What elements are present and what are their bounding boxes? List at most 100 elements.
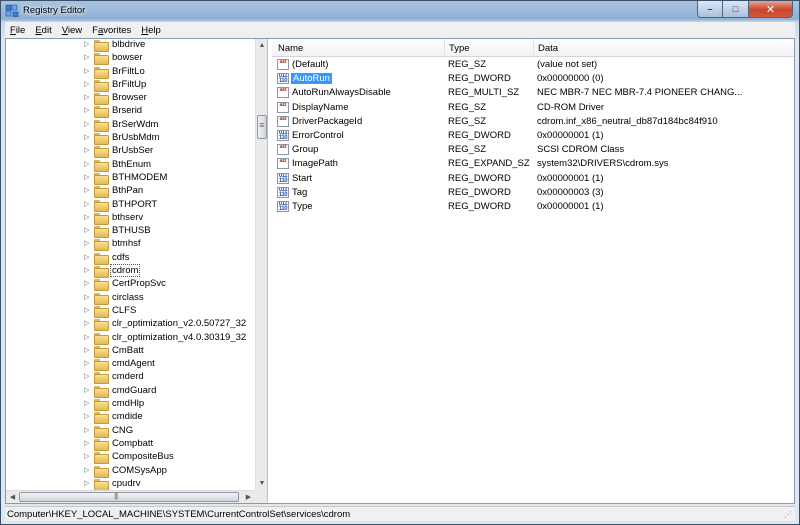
tree-item-cpudrv[interactable]: ▷ cpudrv [6, 477, 255, 491]
column-divider[interactable] [444, 39, 445, 57]
resize-grip-icon[interactable]: ⋰ [784, 510, 794, 520]
menu-favorites[interactable]: Favorites [87, 25, 136, 36]
tree-item-brserwdm[interactable]: ▷ BrSerWdm [6, 118, 255, 132]
expand-arrow-icon[interactable]: ▷ [84, 40, 89, 48]
expand-arrow-icon[interactable]: ▷ [84, 333, 89, 341]
tree-item-clr-optimization-v4-0-30319-32[interactable]: ▷ clr_optimization_v4.0.30319_32 [6, 331, 255, 345]
tree-item-brusbmdm[interactable]: ▷ BrUsbMdm [6, 131, 255, 146]
tree-item-clr-optimization-v2-0-50727-32[interactable]: ▷ clr_optimization_v2.0.50727_32 [6, 317, 255, 332]
value-row[interactable]: ab DriverPackageId REG_SZ cdrom.inf_x86_neu… [272, 115, 794, 129]
value-row[interactable]: ab DisplayName REG_SZ CD-ROM Driver [272, 101, 794, 115]
tree-item-brfiltlo[interactable]: ▷ BrFiltLo [6, 65, 255, 79]
tree-item-browser[interactable]: ▷ Browser [6, 91, 255, 106]
expand-arrow-icon[interactable]: ▷ [84, 200, 89, 208]
menu-file[interactable]: File [5, 25, 30, 36]
scroll-down-icon[interactable]: ▼ [256, 477, 267, 490]
expand-arrow-icon[interactable]: ▷ [84, 293, 89, 301]
expand-arrow-icon[interactable]: ▷ [84, 253, 89, 261]
expand-arrow-icon[interactable]: ▷ [84, 67, 89, 75]
expand-arrow-icon[interactable]: ▷ [84, 146, 89, 154]
tree-vertical-scroll-thumb[interactable] [257, 115, 267, 139]
tree-item-bthserv[interactable]: ▷ bthserv [6, 211, 255, 225]
value-row[interactable]: 011 110 Tag REG_DWORD 0x00000003 (3) [272, 186, 794, 200]
close-button[interactable]: ✕ [749, 1, 793, 18]
expand-arrow-icon[interactable]: ▷ [84, 386, 89, 394]
expand-arrow-icon[interactable]: ▷ [84, 173, 89, 181]
tree-item-brserid[interactable]: ▷ Brserid [6, 104, 255, 119]
tree-item-cdfs[interactable]: ▷ cdfs [6, 251, 255, 265]
expand-arrow-icon[interactable]: ▷ [84, 426, 89, 434]
scroll-left-icon[interactable]: ◀ [6, 491, 19, 503]
value-row[interactable]: 011 110 ErrorControl REG_DWORD 0x00000001 (1… [272, 129, 794, 143]
menu-help[interactable]: Help [136, 25, 166, 36]
tree-vertical-scrollbar[interactable]: ▲ ▼ [255, 39, 267, 490]
tree-horizontal-scroll-thumb[interactable] [19, 491, 239, 502]
expand-arrow-icon[interactable]: ▷ [84, 359, 89, 367]
tree-item-certpropsvc[interactable]: ▷ CertPropSvc [6, 277, 255, 292]
expand-arrow-icon[interactable]: ▷ [84, 412, 89, 420]
tree-item-cmdide[interactable]: ▷ cmdide [6, 410, 255, 425]
expand-arrow-icon[interactable]: ▷ [84, 80, 89, 88]
value-row[interactable]: ab ImagePath REG_EXPAND_SZ system32\DRIVERS… [272, 157, 794, 171]
tree-item-cmdagent[interactable]: ▷ cmdAgent [6, 357, 255, 372]
menu-view[interactable]: View [57, 25, 87, 36]
expand-arrow-icon[interactable]: ▷ [84, 306, 89, 314]
column-divider[interactable] [533, 39, 534, 57]
tree-item-bthmodem[interactable]: ▷ BTHMODEM [6, 171, 255, 185]
expand-arrow-icon[interactable]: ▷ [84, 266, 89, 274]
value-row[interactable]: ab AutoRunAlwaysDisable REG_MULTI_SZ NEC MB… [272, 86, 794, 100]
value-row[interactable]: 011 110 AutoRun REG_DWORD 0x00000000 (0) [272, 72, 794, 86]
tree-item-circlass[interactable]: ▷ circlass [6, 291, 255, 305]
tree-item-blbdrive[interactable]: ▷ blbdrive [6, 39, 255, 52]
expand-arrow-icon[interactable]: ▷ [84, 160, 89, 168]
tree-item-compositebus[interactable]: ▷ CompositeBus [6, 450, 255, 465]
values-list[interactable]: Name Type Data ab (Default) REG_SZ (value n… [272, 39, 794, 503]
tree-item-bowser[interactable]: ▷ bowser [6, 51, 255, 66]
expand-arrow-icon[interactable]: ▷ [84, 93, 89, 101]
expand-arrow-icon[interactable]: ▷ [84, 372, 89, 380]
expand-arrow-icon[interactable]: ▷ [84, 213, 89, 221]
tree-item-bthpan[interactable]: ▷ BthPan [6, 184, 255, 199]
tree-item-cmdguard[interactable]: ▷ cmdGuard [6, 384, 255, 398]
maximize-button[interactable]: □ [723, 1, 749, 18]
value-row[interactable]: ab (Default) REG_SZ (value not set) [272, 58, 794, 72]
tree-item-cmdhlp[interactable]: ▷ cmdHlp [6, 397, 255, 412]
tree-item-bthport[interactable]: ▷ BTHPORT [6, 198, 255, 212]
expand-arrow-icon[interactable]: ▷ [84, 346, 89, 354]
tree-item-cdrom[interactable]: ▷ cdrom [6, 264, 255, 279]
tree-item-clfs[interactable]: ▷ CLFS [6, 304, 255, 318]
column-header-type[interactable]: Type [449, 43, 470, 54]
scroll-right-icon[interactable]: ▶ [242, 491, 255, 503]
expand-arrow-icon[interactable]: ▷ [84, 186, 89, 194]
expand-arrow-icon[interactable]: ▷ [84, 106, 89, 114]
expand-arrow-icon[interactable]: ▷ [84, 439, 89, 447]
tree-item-compbatt[interactable]: ▷ Compbatt [6, 437, 255, 451]
registry-key-tree[interactable]: ▷ blbdrive ▷ bowser ▷ BrFiltLo ▷ BrFiltUp ▷ Brows… [6, 39, 268, 503]
tree-item-cmderd[interactable]: ▷ cmderd [6, 370, 255, 385]
tree-item-btmhsf[interactable]: ▷ btmhsf [6, 237, 255, 252]
tree-item-bthenum[interactable]: ▷ BthEnum [6, 158, 255, 172]
tree-item-bthusb[interactable]: ▷ BTHUSB [6, 224, 255, 239]
scroll-up-icon[interactable]: ▲ [256, 39, 267, 52]
expand-arrow-icon[interactable]: ▷ [84, 319, 89, 327]
menu-edit[interactable]: Edit [30, 25, 56, 36]
value-row[interactable]: 011 110 Start REG_DWORD 0x00000001 (1) [272, 172, 794, 186]
expand-arrow-icon[interactable]: ▷ [84, 226, 89, 234]
tree-item-cng[interactable]: ▷ CNG [6, 424, 255, 438]
tree-item-brfiltup[interactable]: ▷ BrFiltUp [6, 78, 255, 92]
expand-arrow-icon[interactable]: ▷ [84, 466, 89, 474]
column-header-data[interactable]: Data [538, 43, 558, 54]
value-row[interactable]: ab Group REG_SZ SCSI CDROM Class [272, 143, 794, 157]
tree-item-comsysapp[interactable]: ▷ COMSysApp [6, 464, 255, 478]
expand-arrow-icon[interactable]: ▷ [84, 239, 89, 247]
expand-arrow-icon[interactable]: ▷ [84, 452, 89, 460]
expand-arrow-icon[interactable]: ▷ [84, 120, 89, 128]
expand-arrow-icon[interactable]: ▷ [84, 399, 89, 407]
expand-arrow-icon[interactable]: ▷ [84, 53, 89, 61]
expand-arrow-icon[interactable]: ▷ [84, 479, 89, 487]
title-bar[interactable]: Registry Editor – □ ✕ [1, 1, 799, 21]
tree-horizontal-scrollbar[interactable]: ◀ ▶ [6, 490, 255, 503]
column-header-name[interactable]: Name [278, 43, 303, 54]
tree-item-brusbser[interactable]: ▷ BrUsbSer [6, 144, 255, 159]
tree-item-cmbatt[interactable]: ▷ CmBatt [6, 344, 255, 358]
